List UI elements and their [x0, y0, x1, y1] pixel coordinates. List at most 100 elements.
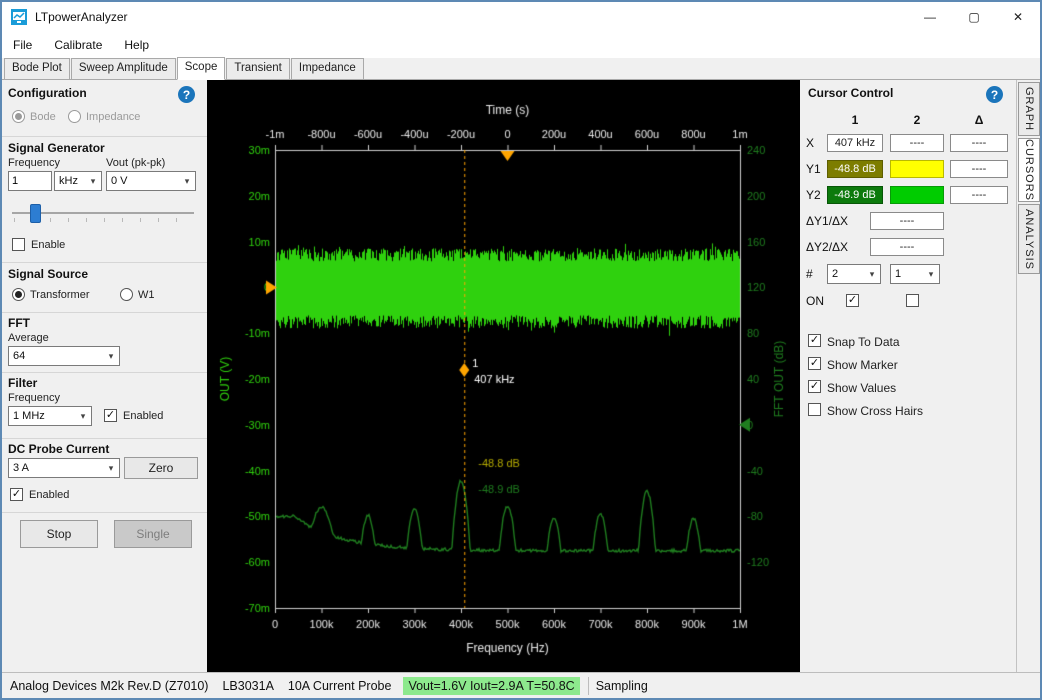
- dc-probe-enabled-checkbox[interactable]: ✓: [10, 488, 23, 501]
- status-board: LB3031A: [222, 679, 273, 693]
- bode-radio[interactable]: [12, 110, 25, 123]
- impedance-radio-label: Impedance: [86, 111, 140, 123]
- average-select[interactable]: 64 ▾: [8, 346, 120, 366]
- tab-scope[interactable]: Scope: [177, 57, 226, 80]
- filter-enabled-label: Enabled: [123, 410, 163, 422]
- chevron-down-icon: ▾: [103, 351, 119, 362]
- vout-value: 0 V: [107, 175, 179, 187]
- average-label: Average: [8, 332, 49, 344]
- window-title: LTpowerAnalyzer: [35, 10, 127, 24]
- menu-help[interactable]: Help: [113, 34, 160, 56]
- show-values-checkbox[interactable]: ✓: [808, 380, 821, 393]
- average-value: 64: [9, 350, 103, 362]
- frequency-unit-select[interactable]: kHz ▾: [54, 171, 102, 191]
- x-delta-value: ----: [950, 134, 1008, 152]
- show-marker-label: Show Marker: [827, 358, 898, 372]
- x-cursor1-value: 407 kHz: [827, 134, 883, 152]
- show-cross-hairs-label: Show Cross Hairs: [827, 404, 923, 418]
- snap-to-data-label: Snap To Data: [827, 335, 900, 349]
- chevron-down-icon: ▾: [923, 269, 939, 280]
- cursor-control-panel: Cursor Control ? 1 2 Δ X 407 kHz ---- --…: [800, 80, 1016, 672]
- transformer-radio-label: Transformer: [30, 289, 90, 301]
- help-icon[interactable]: ?: [178, 86, 195, 103]
- status-readout-badge: Vout=1.6V Iout=2.9A T=50.8C: [403, 677, 579, 695]
- dy1-dx-value: ----: [870, 212, 944, 230]
- on-row-label: ON: [806, 294, 824, 308]
- signal-generator-title: Signal Generator: [8, 141, 105, 155]
- zero-button[interactable]: Zero: [124, 457, 198, 479]
- dc-probe-current-value: 3 A: [9, 462, 103, 474]
- y1-cursor1-value: -48.8 dB: [827, 160, 883, 178]
- cursor1-on-checkbox[interactable]: ✓: [846, 294, 859, 307]
- show-values-label: Show Values: [827, 381, 896, 395]
- main-tab-bar: Bode Plot Sweep Amplitude Scope Transien…: [2, 58, 1040, 80]
- show-cross-hairs-checkbox[interactable]: ✓: [808, 403, 821, 416]
- cursor2-number-select[interactable]: 1 ▾: [890, 264, 940, 284]
- enable-checkbox[interactable]: ✓: [12, 238, 25, 251]
- stop-button[interactable]: Stop: [20, 520, 98, 548]
- menu-calibrate[interactable]: Calibrate: [43, 34, 113, 56]
- vout-select[interactable]: 0 V ▾: [106, 171, 196, 191]
- cursor2-on-checkbox[interactable]: ✓: [906, 294, 919, 307]
- tab-impedance[interactable]: Impedance: [291, 58, 364, 79]
- cursor1-number-select[interactable]: 2 ▾: [827, 264, 881, 284]
- filter-enabled-checkbox[interactable]: ✓: [104, 409, 117, 422]
- maximize-button[interactable]: ▢: [952, 2, 996, 32]
- close-button[interactable]: ✕: [996, 2, 1040, 32]
- tab-bode-plot[interactable]: Bode Plot: [4, 58, 70, 79]
- tab-sweep-amplitude[interactable]: Sweep Amplitude: [71, 58, 176, 79]
- single-button[interactable]: Single: [114, 520, 192, 548]
- chevron-down-icon: ▾: [85, 176, 101, 187]
- w1-radio[interactable]: [120, 288, 133, 301]
- side-tab-cursors[interactable]: CURSORS: [1018, 138, 1040, 202]
- cursor1-column-header: 1: [827, 113, 883, 127]
- amplitude-slider-thumb[interactable]: [30, 204, 41, 223]
- menu-file[interactable]: File: [2, 34, 43, 56]
- side-tab-analysis[interactable]: ANALYSIS: [1018, 204, 1040, 274]
- vout-label: Vout (pk-pk): [106, 157, 165, 169]
- filter-frequency-select[interactable]: 1 MHz ▾: [8, 406, 92, 426]
- y2-cursor1-value: -48.9 dB: [827, 186, 883, 204]
- snap-to-data-checkbox[interactable]: ✓: [808, 334, 821, 347]
- side-tab-strip: GRAPH CURSORS ANALYSIS: [1016, 80, 1040, 672]
- scope-plot-area: [207, 80, 800, 672]
- y2-row-label: Y2: [806, 188, 821, 202]
- chevron-down-icon: ▾: [75, 411, 91, 422]
- y1-delta-value: ----: [950, 160, 1008, 178]
- status-divider: [588, 677, 589, 695]
- delta-column-header: Δ: [950, 113, 1008, 127]
- side-tab-graph[interactable]: GRAPH: [1018, 82, 1040, 136]
- tab-transient[interactable]: Transient: [226, 58, 290, 79]
- cursor-count-row-label: #: [806, 267, 813, 281]
- configuration-title: Configuration: [8, 86, 87, 100]
- dy1-dx-row-label: ΔY1/ΔX: [806, 214, 848, 228]
- x-cursor2-value: ----: [890, 134, 944, 152]
- status-device: Analog Devices M2k Rev.D (Z7010): [10, 679, 208, 693]
- status-state: Sampling: [596, 679, 648, 693]
- status-bar: Analog Devices M2k Rev.D (Z7010) LB3031A…: [2, 672, 1040, 698]
- cursor-control-title: Cursor Control: [808, 86, 893, 100]
- dy2-dx-row-label: ΔY2/ΔX: [806, 240, 848, 254]
- y1-cursor2-swatch: [890, 160, 944, 178]
- help-icon[interactable]: ?: [986, 86, 1003, 103]
- minimize-button[interactable]: —: [908, 2, 952, 32]
- w1-radio-label: W1: [138, 289, 155, 301]
- bode-radio-label: Bode: [30, 111, 56, 123]
- scope-plot-canvas[interactable]: [207, 80, 800, 672]
- chevron-down-icon: ▾: [103, 463, 119, 474]
- app-icon: [11, 9, 27, 25]
- impedance-radio[interactable]: [68, 110, 81, 123]
- transformer-radio[interactable]: [12, 288, 25, 301]
- dc-probe-current-select[interactable]: 3 A ▾: [8, 458, 120, 478]
- enable-checkbox-label: Enable: [31, 239, 65, 251]
- frequency-label: Frequency: [8, 157, 60, 169]
- configuration-panel: Configuration ? Bode Impedance Signal Ge…: [2, 80, 207, 672]
- dc-probe-title: DC Probe Current: [8, 442, 109, 456]
- frequency-input[interactable]: [8, 171, 52, 191]
- status-probe: 10A Current Probe: [288, 679, 392, 693]
- cursor1-number-value: 2: [828, 268, 864, 280]
- chevron-down-icon: ▾: [864, 269, 880, 280]
- cursor2-column-header: 2: [890, 113, 944, 127]
- title-bar[interactable]: LTpowerAnalyzer — ▢ ✕: [2, 2, 1040, 32]
- show-marker-checkbox[interactable]: ✓: [808, 357, 821, 370]
